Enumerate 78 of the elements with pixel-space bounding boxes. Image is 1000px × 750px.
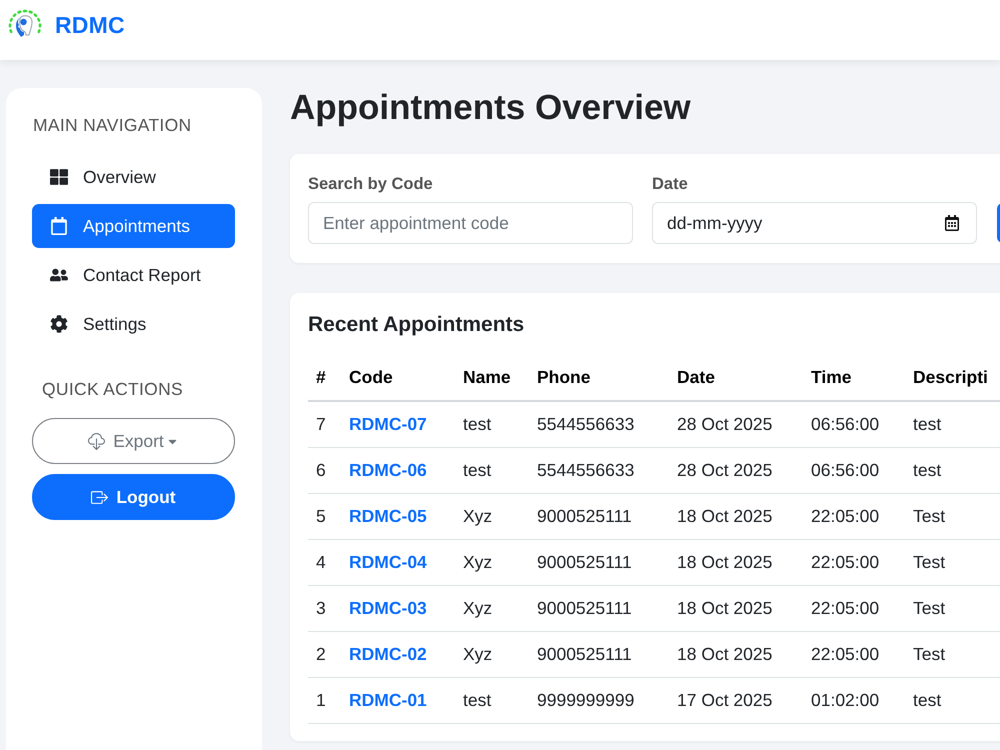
sidebar-nav-item[interactable]: Overview: [32, 155, 235, 199]
field-label: Search by Code: [308, 174, 434, 194]
table-cell: Test: [913, 598, 946, 618]
section-title: MAIN NAVIGATION: [32, 114, 192, 136]
table-cell: 5: [316, 506, 326, 526]
table-cell: 17 Oct 2025: [677, 690, 772, 710]
table-cell: Test: [913, 644, 946, 664]
table-cell: test: [463, 690, 492, 710]
calendar-icon: [50, 217, 68, 235]
calendar-icon: [944, 215, 960, 231]
field-label: Date: [652, 174, 689, 194]
table-cell: 18 Oct 2025: [677, 644, 772, 664]
table-cell: 22:05:00: [811, 552, 880, 572]
table-cell: 2: [316, 644, 326, 664]
table-cell: 3: [316, 598, 326, 618]
table-cell: 06:56:00: [811, 414, 880, 434]
cloud-download-icon: [88, 432, 106, 450]
table-cell: 18 Oct 2025: [677, 598, 772, 618]
column-header: Code: [349, 367, 393, 387]
table-cell: Xyz: [463, 552, 492, 572]
search-field[interactable]: Enter appointment code: [308, 202, 633, 244]
appointment-code-link[interactable]: RDMC-04: [349, 552, 427, 572]
table-cell: test: [913, 690, 942, 710]
appointment-code-link[interactable]: RDMC-06: [349, 460, 427, 480]
column-header: Phone: [537, 367, 590, 387]
column-header: #: [316, 367, 326, 387]
grid-icon: [50, 168, 68, 186]
table-cell: Xyz: [463, 644, 492, 664]
brand-name: RDMC: [55, 12, 125, 38]
table-title: Recent Appointments: [308, 313, 526, 337]
date-field[interactable]: dd-mm-yyyy: [652, 202, 977, 244]
settings-icon: [50, 315, 68, 333]
section-title: QUICK ACTIONS: [41, 378, 184, 400]
table-cell: 5544556633: [537, 460, 634, 480]
table-cell: 5544556633: [537, 414, 634, 434]
page-title: Appointments Overview: [290, 88, 692, 128]
table-cell: test: [463, 414, 492, 434]
table-cell: 7: [316, 414, 326, 434]
table-cell: 9000525111: [537, 552, 632, 572]
export-dropdown-button[interactable]: Export: [32, 418, 235, 464]
appointment-code-link[interactable]: RDMC-05: [349, 506, 427, 526]
table-cell: Test: [913, 506, 946, 526]
table-cell: 9000525111: [537, 598, 632, 618]
table-cell: test: [913, 460, 942, 480]
table-cell: 4: [316, 552, 326, 572]
table-cell: 9999999999: [537, 690, 634, 710]
sidebar-nav-item[interactable]: Settings: [32, 302, 235, 346]
table-cell: Xyz: [463, 598, 492, 618]
table-cell: 18 Oct 2025: [677, 552, 772, 572]
table-cell: 28 Oct 2025: [677, 414, 772, 434]
table-cell: Test: [913, 552, 946, 572]
sidebar-nav-item[interactable]: Appointments: [32, 204, 235, 248]
column-header: Time: [811, 367, 852, 387]
table-cell: test: [913, 414, 942, 434]
sidebar-nav-item[interactable]: Contact Report: [32, 253, 235, 297]
column-header: Date: [677, 367, 715, 387]
appointment-code-link[interactable]: RDMC-07: [349, 414, 427, 434]
column-header: Name: [463, 367, 511, 387]
table-cell: 22:05:00: [811, 644, 880, 664]
table-cell: 01:02:00: [811, 690, 880, 710]
table-cell: 9000525111: [537, 506, 632, 526]
logout-icon: [91, 488, 108, 506]
column-header: Descripti: [913, 367, 988, 387]
users-icon: [50, 266, 68, 284]
table-cell: test: [463, 460, 492, 480]
table-cell: Xyz: [463, 506, 492, 526]
appointment-code-link[interactable]: RDMC-02: [349, 644, 427, 664]
logout-button[interactable]: Logout: [32, 474, 235, 520]
table-cell: 9000525111: [537, 644, 632, 664]
table-cell: 18 Oct 2025: [677, 506, 772, 526]
table-cell: 28 Oct 2025: [677, 460, 772, 480]
table-cell: 22:05:00: [811, 598, 880, 618]
table-cell: 1: [316, 690, 326, 710]
table-cell: 22:05:00: [811, 506, 880, 526]
table-cell: 06:56:00: [811, 460, 880, 480]
appointment-code-link[interactable]: RDMC-03: [349, 598, 427, 618]
table-cell: 6: [316, 460, 326, 480]
appointment-code-link[interactable]: RDMC-01: [349, 690, 427, 710]
